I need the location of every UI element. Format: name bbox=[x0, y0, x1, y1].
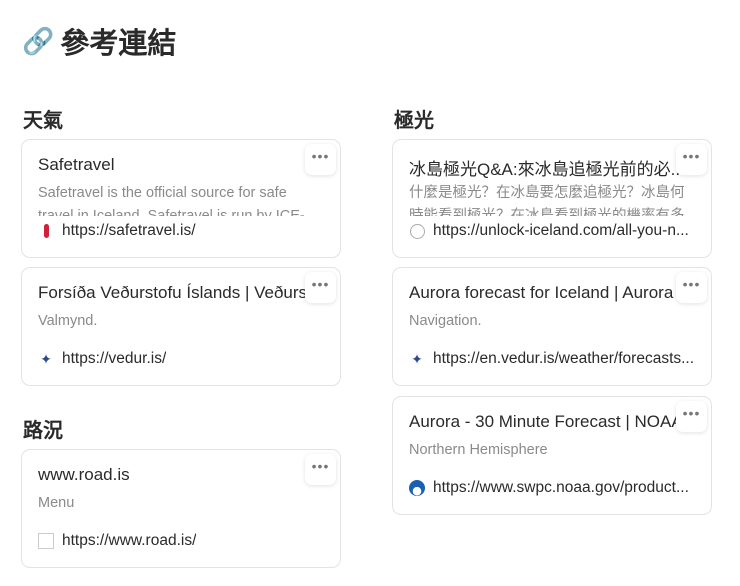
more-options-button[interactable]: ••• bbox=[305, 454, 336, 485]
link-card[interactable]: Forsíða Veðurstofu Íslands | Veðurstofa … bbox=[21, 267, 341, 386]
more-options-button[interactable]: ••• bbox=[676, 401, 707, 432]
link-title: Aurora - 30 Minute Forecast | NOAA bbox=[409, 412, 681, 431]
link-description: 什麼是極光？在冰島要怎麼追極光？冰島何時能看到極光？在冰島看到極光的機率有多 bbox=[409, 185, 685, 216]
link-card[interactable]: www.road.is Menu https://www.road.is/ ••… bbox=[21, 449, 341, 568]
link-description: Northern Hemisphere bbox=[409, 442, 548, 458]
link-card[interactable]: Safetravel Safetravel is the official so… bbox=[21, 139, 341, 258]
link-description: Safetravel is the official source for sa… bbox=[38, 185, 305, 216]
link-description: Navigation. bbox=[409, 313, 482, 329]
vedur-favicon-icon: ✦ bbox=[40, 350, 52, 367]
link-title: Safetravel bbox=[38, 155, 115, 174]
link-url[interactable]: https://www.swpc.noaa.gov/product... bbox=[409, 479, 697, 497]
noaa-favicon-icon bbox=[409, 480, 425, 496]
link-title: Aurora forecast for Iceland | Aurora bbox=[409, 283, 674, 302]
link-url[interactable]: ✦ https://vedur.is/ bbox=[38, 350, 326, 368]
link-description: Menu bbox=[38, 495, 75, 511]
section-heading-road: 路況 bbox=[23, 420, 63, 442]
link-title: Forsíða Veðurstofu Íslands | Veðurstofa … bbox=[38, 283, 310, 302]
section-heading-aurora: 極光 bbox=[394, 110, 434, 132]
safetravel-favicon-icon bbox=[38, 223, 54, 239]
more-options-button[interactable]: ••• bbox=[676, 144, 707, 175]
link-url[interactable]: https://safetravel.is/ bbox=[38, 222, 326, 240]
vedur-favicon-icon: ✦ bbox=[411, 350, 423, 367]
more-options-button[interactable]: ••• bbox=[305, 272, 336, 303]
unlock-iceland-favicon-icon bbox=[409, 223, 425, 239]
link-url[interactable]: https://unlock-iceland.com/all-you-n... bbox=[409, 222, 697, 240]
page-title: 🔗 參考連結 bbox=[22, 25, 177, 61]
link-icon: 🔗 bbox=[22, 25, 55, 56]
link-url[interactable]: https://www.road.is/ bbox=[38, 532, 326, 550]
link-card[interactable]: Aurora forecast for Iceland | Aurora Nav… bbox=[392, 267, 712, 386]
more-options-button[interactable]: ••• bbox=[305, 144, 336, 175]
section-heading-weather: 天氣 bbox=[23, 110, 63, 132]
link-title: www.road.is bbox=[38, 465, 130, 484]
blank-favicon-icon bbox=[38, 533, 54, 549]
link-description: Valmynd. bbox=[38, 313, 98, 329]
link-card[interactable]: 冰島極光Q&A:來冰島追極光前的必.. 什麼是極光？在冰島要怎麼追極光？冰島何時… bbox=[392, 139, 712, 258]
link-card[interactable]: Aurora - 30 Minute Forecast | NOAA North… bbox=[392, 396, 712, 515]
more-options-button[interactable]: ••• bbox=[676, 272, 707, 303]
link-url[interactable]: ✦ https://en.vedur.is/weather/forecasts..… bbox=[409, 350, 697, 368]
link-title: 冰島極光Q&A:來冰島追極光前的必.. bbox=[409, 160, 681, 179]
